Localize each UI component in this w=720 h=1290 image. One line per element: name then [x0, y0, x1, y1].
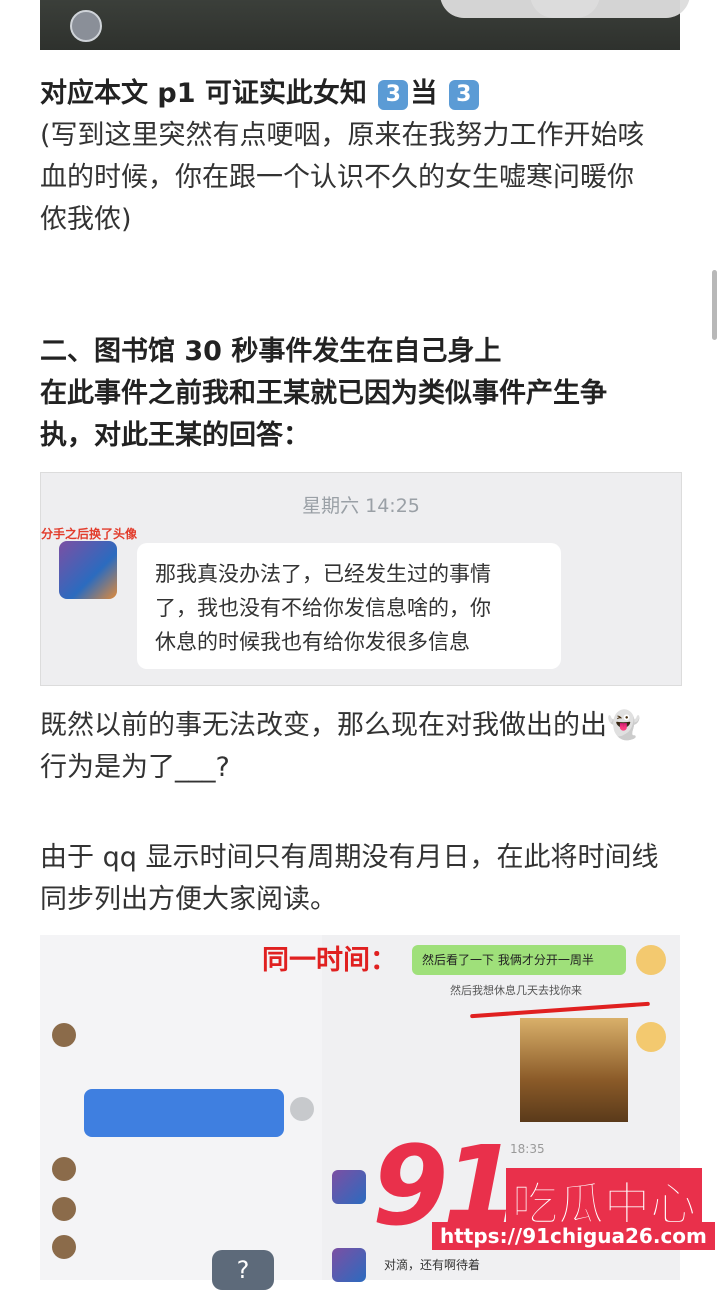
chat-screenshot: 星期六 14:25 分手之后换了头像 那我真没办法了，已经发生过的事情 了，我也… — [40, 472, 682, 686]
avatar — [636, 945, 666, 975]
article-line: (写到这里突然有点哽咽，原来在我努力工作开始咳 — [40, 120, 645, 151]
avatar — [332, 1248, 366, 1282]
chat-message: 对滴，还有啊待着 — [384, 1258, 481, 1272]
bubble-line: 那我真没办法了，已经发生过的事情 — [155, 562, 491, 586]
screenshot-left — [40, 935, 322, 1280]
bubble-line: 了，我也没有不给你发信息啥的，你 — [155, 596, 491, 620]
annotation-label: 同一时间： — [262, 945, 397, 976]
article-line: 在此事件之前我和王某就已因为类似事件产生争 — [40, 378, 607, 409]
article-line: 行为是为了___? — [40, 752, 230, 783]
avatar — [52, 1157, 76, 1181]
avatar — [290, 1097, 314, 1121]
chat-bubble: 然后看了一下 我俩才分开一周半 — [412, 945, 626, 975]
lion-sticker — [520, 1018, 628, 1122]
article-line: 血的时候，你在跟一个认识不久的女生嘘寒问暖你 — [40, 162, 634, 193]
article-line: 既然以前的事无法改变，那么现在对我做出的出👻 — [40, 710, 641, 741]
avatar — [52, 1197, 76, 1221]
avatar — [52, 1235, 76, 1259]
avatar — [52, 1023, 76, 1047]
overlay-button[interactable] — [530, 0, 690, 18]
chat-timestamp: 18:35 — [510, 1142, 545, 1156]
article-line: 侬我侬) — [40, 204, 132, 235]
article-line: 执，对此王某的回答： — [40, 420, 310, 451]
article-line: 同步列出方便大家阅读。 — [40, 884, 337, 915]
chat-bubble — [84, 1089, 284, 1137]
article-line: 由于 qq 显示时间只有周期没有月日，在此将时间线 — [40, 842, 659, 873]
scrollbar[interactable] — [712, 270, 717, 340]
system-message: 然后我想休息几天去找你来 — [450, 984, 582, 997]
chat-bubble: 那我真没办法了，已经发生过的事情 了，我也没有不给你发信息啥的，你 休息的时候我… — [137, 543, 561, 669]
section-title: 二、图书馆 30 秒事件发生在自己身上 — [40, 336, 502, 367]
article-line: 对应本文 p1 可证实此女知 3当 3 — [40, 74, 481, 114]
keycap-3-icon: 3 — [378, 79, 409, 110]
avatar — [332, 1170, 366, 1204]
keycap-3-icon: 3 — [448, 79, 479, 110]
avatar-icon — [70, 10, 102, 42]
watermark-url[interactable]: https://91chigua26.com — [432, 1222, 715, 1250]
bubble-line: 休息的时候我也有给你发很多信息 — [155, 630, 470, 654]
question-button[interactable]: ? — [212, 1250, 274, 1290]
avatar — [59, 541, 117, 599]
avatar — [636, 1022, 666, 1052]
annotation-label: 分手之后换了头像 — [41, 527, 138, 541]
chat-timestamp: 星期六 14:25 — [302, 495, 420, 517]
